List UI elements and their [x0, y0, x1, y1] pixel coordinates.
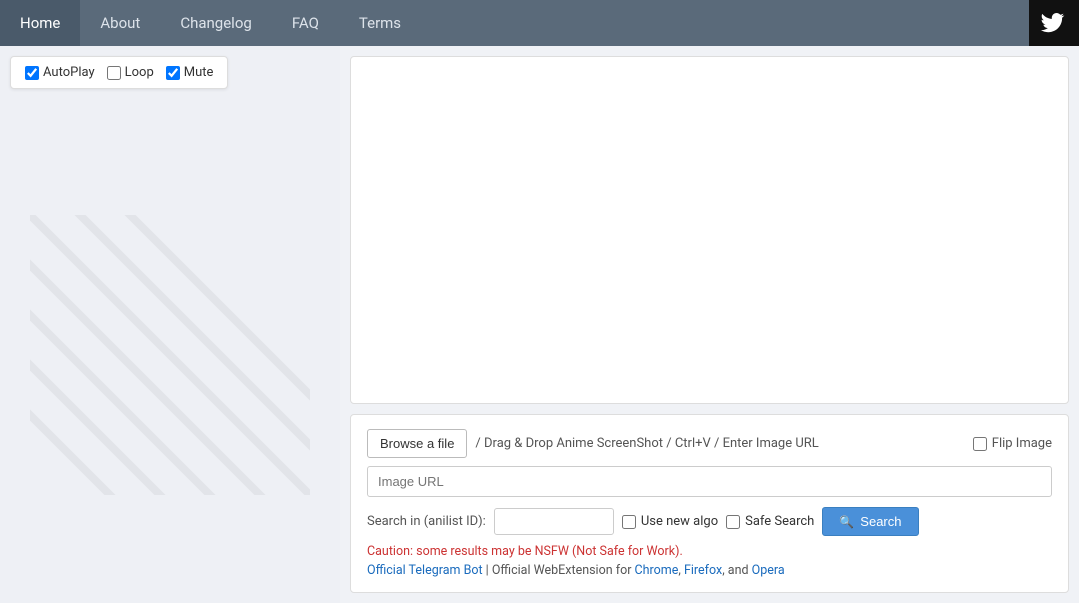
search-button[interactable]: 🔍 Search	[822, 507, 918, 536]
playback-controls: AutoPlay Loop Mute	[10, 56, 228, 89]
safe-search-label[interactable]: Safe Search	[726, 514, 814, 529]
flip-image-label[interactable]: Flip Image	[973, 436, 1052, 451]
search-in-label: Search in (anilist ID):	[367, 514, 486, 529]
upload-panel: Browse a file / Drag & Drop Anime Screen…	[350, 414, 1069, 593]
telegram-bot-link[interactable]: Official Telegram Bot	[367, 563, 483, 578]
links-row: Official Telegram Bot | Official WebExte…	[367, 563, 1052, 578]
content-area: Browse a file / Drag & Drop Anime Screen…	[340, 46, 1079, 603]
browse-file-button[interactable]: Browse a file	[367, 429, 467, 458]
nav-terms[interactable]: Terms	[339, 0, 421, 46]
nav-items: Home About Changelog FAQ Terms	[0, 0, 421, 46]
safe-search-checkbox[interactable]	[726, 515, 740, 529]
logo-icon	[1040, 9, 1068, 37]
anilist-id-input[interactable]	[494, 508, 614, 535]
upload-row: Browse a file / Drag & Drop Anime Screen…	[367, 429, 1052, 458]
loop-checkbox[interactable]	[107, 66, 121, 80]
use-new-algo-checkbox[interactable]	[622, 515, 636, 529]
nav-home[interactable]: Home	[0, 0, 80, 46]
mute-checkbox[interactable]	[166, 66, 180, 80]
image-url-input[interactable]	[367, 466, 1052, 497]
opera-link[interactable]: Opera	[752, 563, 785, 578]
use-new-algo-label[interactable]: Use new algo	[622, 514, 718, 529]
firefox-link[interactable]: Firefox	[684, 563, 722, 578]
flip-image-checkbox[interactable]	[973, 437, 987, 451]
main-container: AutoPlay Loop Mute	[0, 46, 1079, 603]
loop-label[interactable]: Loop	[107, 65, 154, 80]
nav-about[interactable]: About	[80, 0, 160, 46]
caution-row: Caution: some results may be NSFW (Not S…	[367, 544, 1052, 559]
sidebar-watermark	[0, 106, 340, 603]
caution-text: Caution: some results may be NSFW (Not S…	[367, 544, 683, 559]
nav-faq[interactable]: FAQ	[272, 0, 339, 46]
chrome-link[interactable]: Chrome	[635, 563, 679, 578]
sidebar: AutoPlay Loop Mute	[0, 46, 340, 603]
search-icon: 🔍	[839, 515, 854, 529]
nav-changelog[interactable]: Changelog	[160, 0, 271, 46]
mute-label[interactable]: Mute	[166, 65, 214, 80]
search-row: Search in (anilist ID): Use new algo Saf…	[367, 507, 1052, 536]
drag-drop-text: / Drag & Drop Anime ScreenShot / Ctrl+V …	[475, 436, 818, 451]
autoplay-checkbox[interactable]	[25, 66, 39, 80]
navbar: Home About Changelog FAQ Terms	[0, 0, 1079, 46]
nav-logo	[1029, 0, 1079, 46]
autoplay-label[interactable]: AutoPlay	[25, 65, 95, 80]
preview-area	[350, 56, 1069, 404]
